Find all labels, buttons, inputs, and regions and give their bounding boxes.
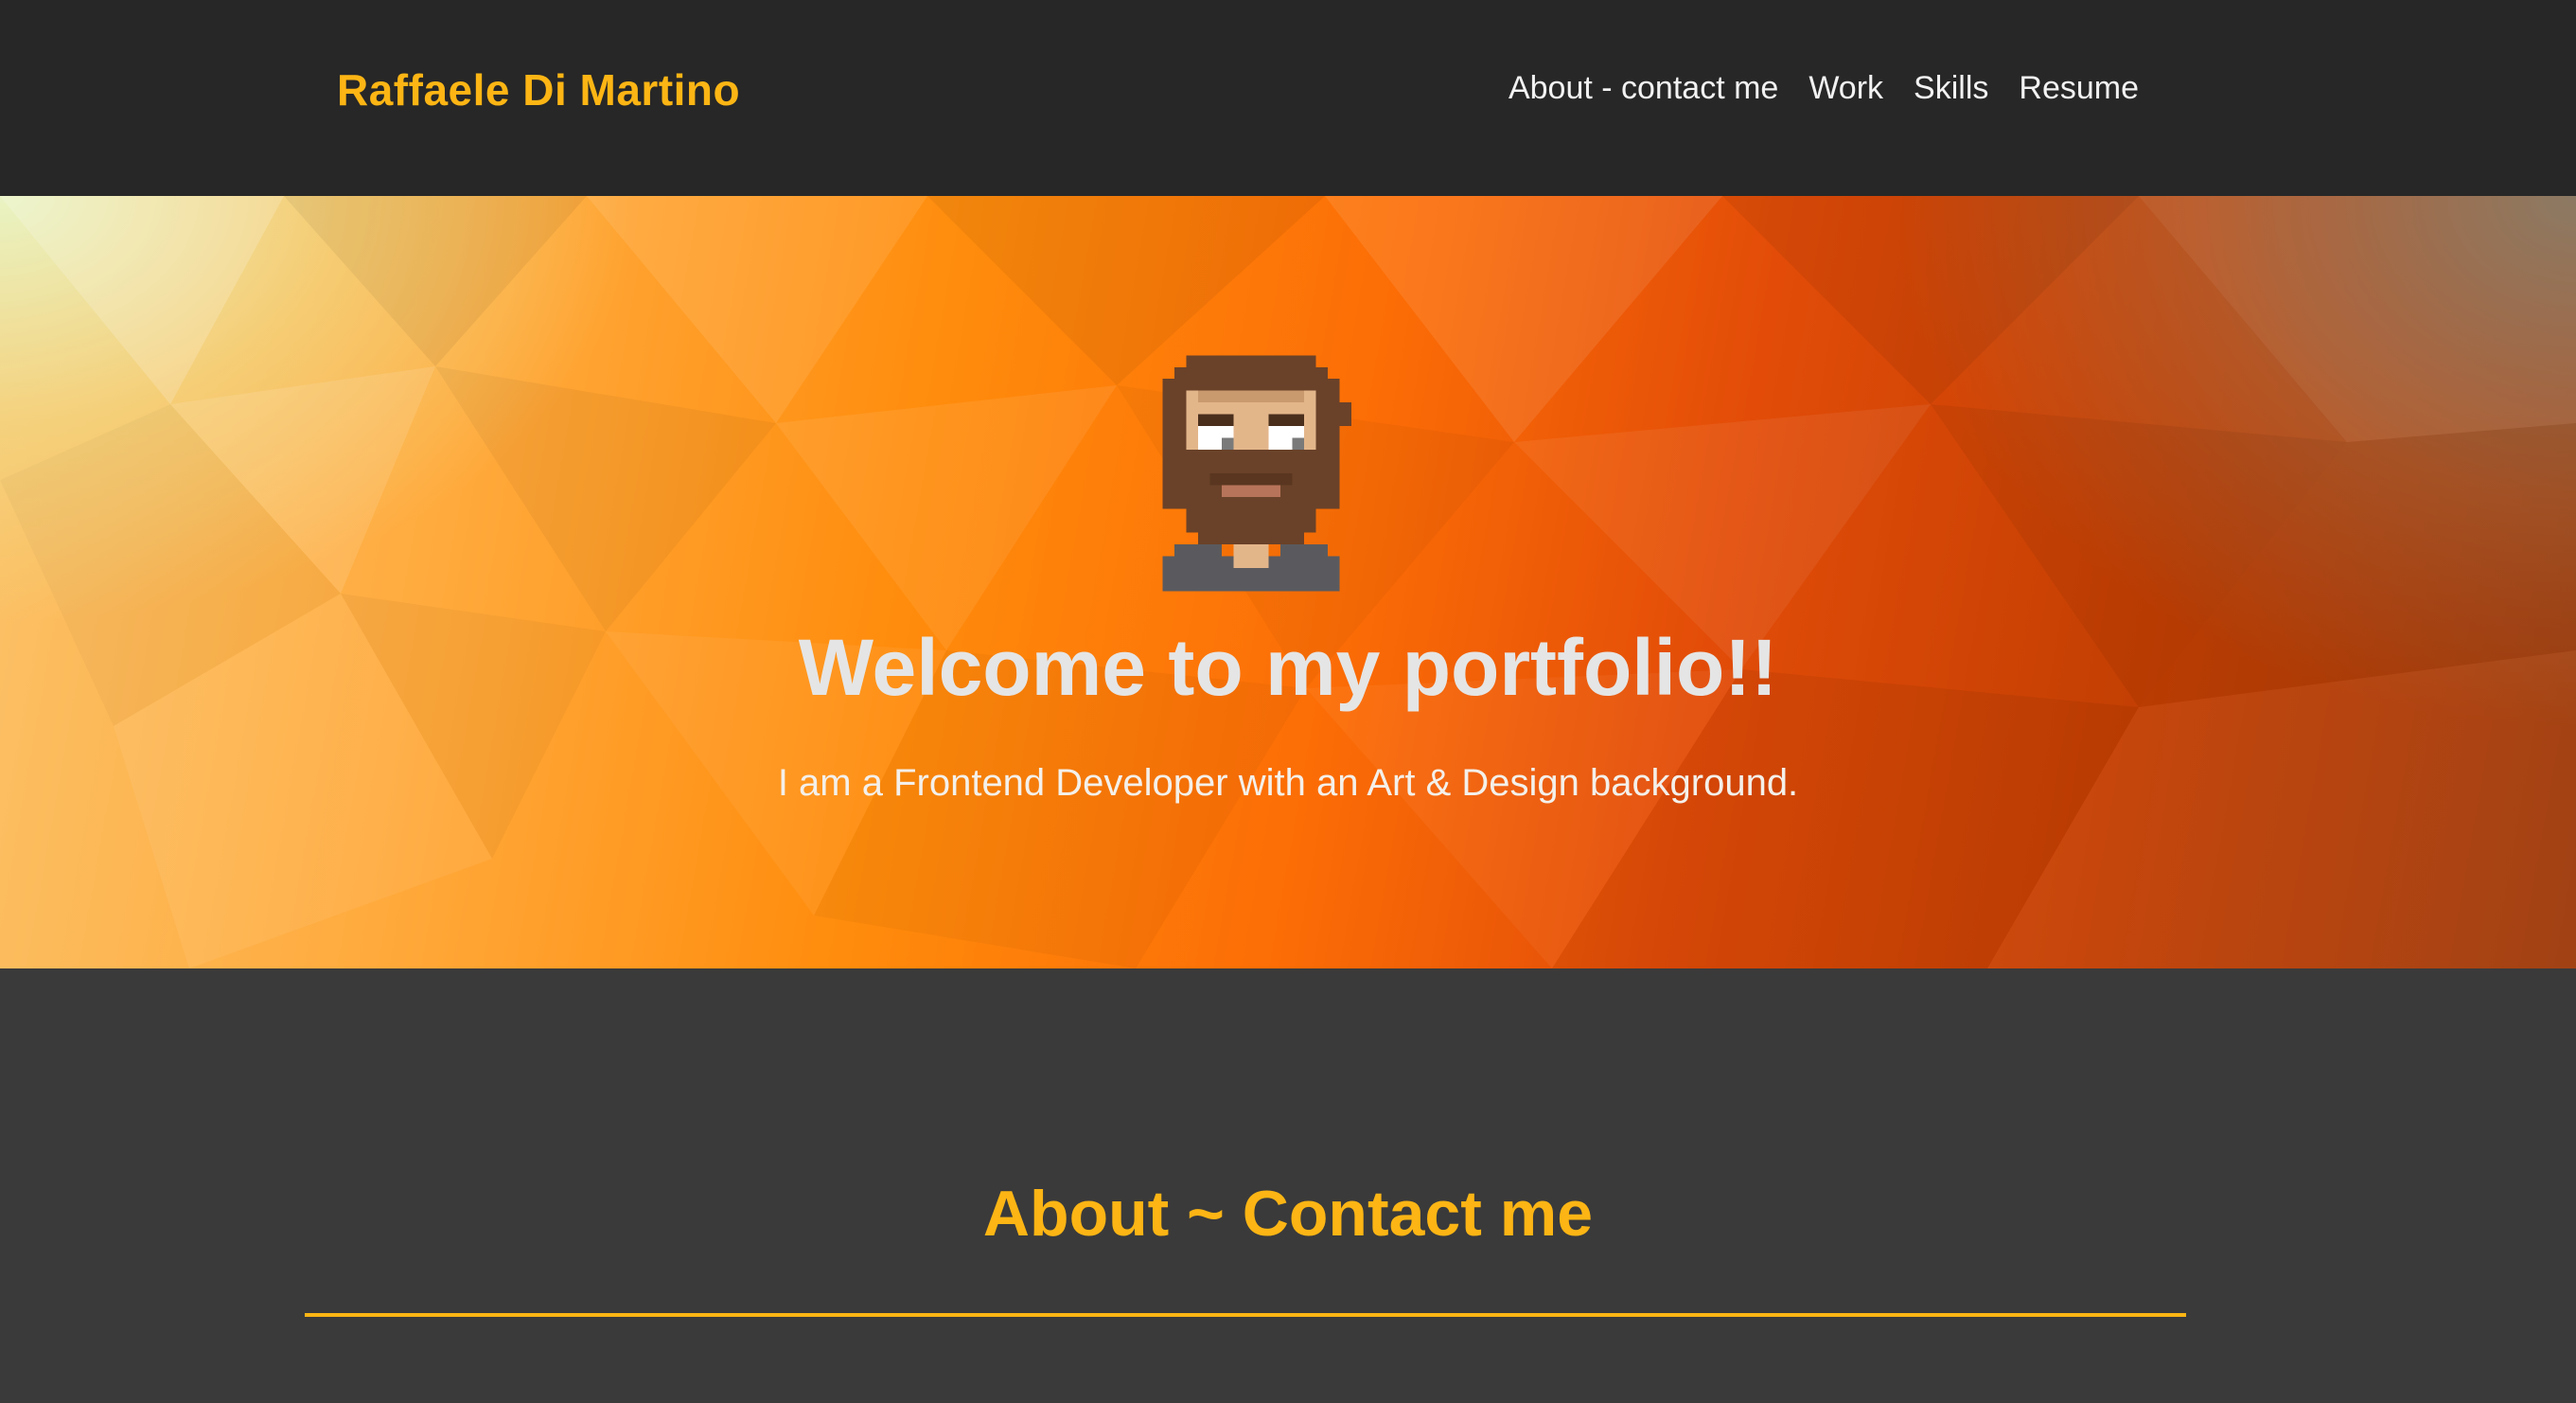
about-section: About ~ Contact me [0,968,2576,1403]
nav-link-work[interactable]: Work [1808,70,1883,107]
navbar: Raffaele Di Martino About - contact me W… [0,0,2576,196]
nav-link-skills[interactable]: Skills [1914,70,1988,107]
nav-link-about-contact[interactable]: About - contact me [1509,70,1778,107]
pixel-art-bearded-man-icon [1162,355,1351,592]
about-heading: About ~ Contact me [982,1178,1594,1250]
nav-link-resume[interactable]: Resume [2019,70,2139,107]
hero-title: Welcome to my portfolio!! [798,623,1778,712]
brand-link[interactable]: Raffaele Di Martino [337,64,740,115]
nav-menu: About - contact me Work Skills Resume [1509,70,2139,107]
hero-subtitle: I am a Frontend Developer with an Art & … [777,762,1799,804]
hero-banner: Welcome to my portfolio!! I am a Fronten… [0,196,2576,968]
section-divider [305,1313,2186,1317]
